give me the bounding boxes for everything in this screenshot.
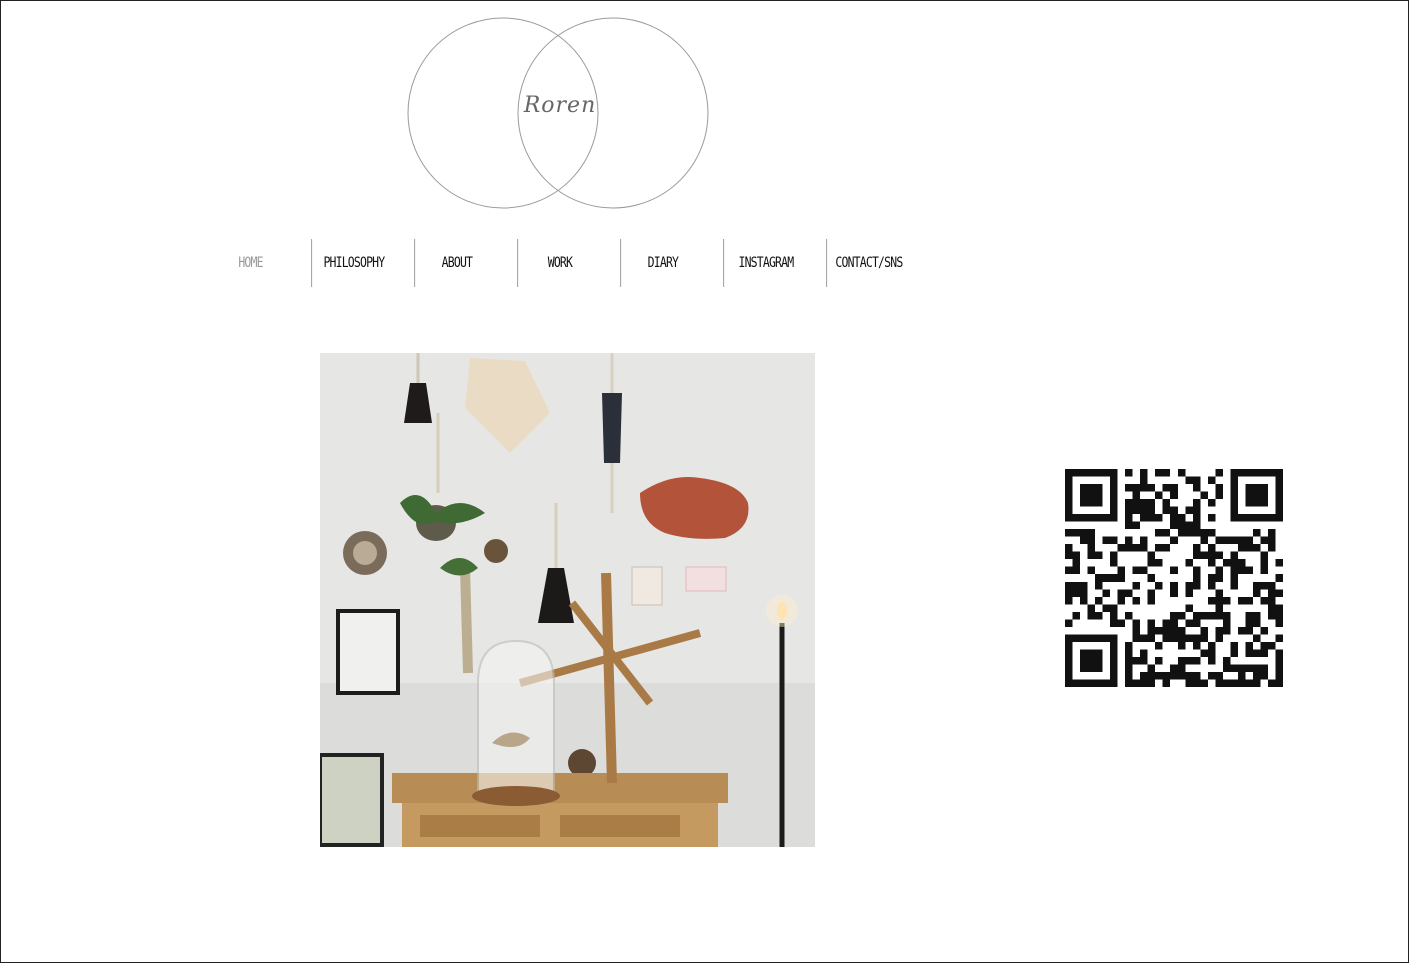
nav-work[interactable]: WORK: [517, 239, 601, 287]
nav-home[interactable]: HOME: [208, 239, 292, 287]
site-logo[interactable]: Roren: [406, 15, 710, 213]
nav-philosophy[interactable]: PHILOSOPHY: [311, 239, 395, 287]
logo-wordmark: Roren: [523, 93, 597, 118]
nav-instagram[interactable]: INSTAGRAM: [723, 239, 807, 287]
main-nav: HOME PHILOSOPHY ABOUT WORK DIARY INSTAGR…: [199, 239, 920, 289]
nav-diary[interactable]: DIARY: [620, 239, 704, 287]
nav-contact-sns[interactable]: CONTACT/SNS: [826, 239, 910, 287]
main-photo: [320, 353, 815, 847]
qr-code-image: [1065, 469, 1283, 687]
nav-about[interactable]: ABOUT: [414, 239, 498, 287]
qr-code[interactable]: [1065, 469, 1283, 687]
